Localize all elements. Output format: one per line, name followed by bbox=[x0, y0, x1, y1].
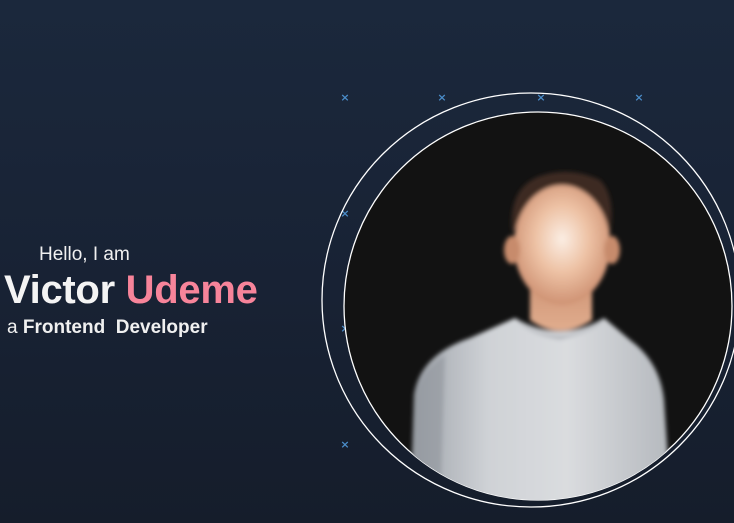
person-avatar-icon bbox=[321, 92, 734, 508]
last-name: Udeme bbox=[125, 268, 258, 312]
avatar bbox=[318, 88, 734, 523]
role-title: Frontend Developer bbox=[22, 317, 208, 338]
role-prefix: a bbox=[7, 317, 18, 338]
role-line: a Frontend Developer bbox=[7, 317, 208, 339]
first-name: Victor bbox=[4, 268, 115, 312]
hero-name: Victor Udeme bbox=[4, 266, 258, 314]
greeting-text: Hello, I am bbox=[39, 244, 130, 265]
